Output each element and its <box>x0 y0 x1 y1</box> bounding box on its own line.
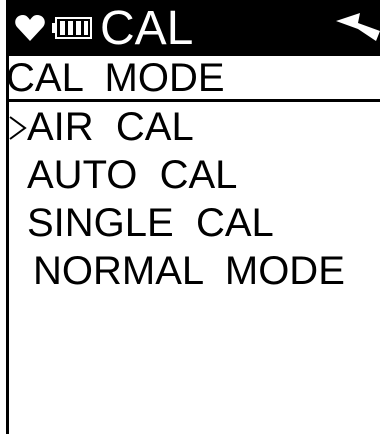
battery-icon <box>52 17 92 39</box>
menu-item-auto-cal[interactable]: AUTO CAL <box>9 152 380 198</box>
heart-icon <box>15 15 45 41</box>
status-bar: CAL <box>6 0 380 56</box>
menu-item-label: AUTO CAL <box>27 153 238 197</box>
chevron-right-icon <box>9 116 27 140</box>
menu-item-normal-mode[interactable]: NORMAL MODE <box>9 248 380 294</box>
menu-item-single-cal[interactable]: SINGLE CAL <box>9 200 380 246</box>
menu-item-label: SINGLE CAL <box>27 201 274 245</box>
mode-header: CAL MODE <box>6 56 380 102</box>
calibration-menu: AIR CAL AUTO CAL SINGLE CAL NORMAL MODE <box>9 104 380 304</box>
menu-item-label: AIR CAL <box>27 105 194 149</box>
menu-item-label: NORMAL MODE <box>33 249 345 293</box>
menu-item-air-cal[interactable]: AIR CAL <box>9 104 380 150</box>
mode-label: CAL MODE <box>6 56 225 100</box>
device-screen: CAL CAL MODE AIR CAL AUTO CAL SINGLE CAL… <box>0 0 380 434</box>
screen-title: CAL <box>100 2 194 55</box>
signal-icon <box>336 13 380 41</box>
